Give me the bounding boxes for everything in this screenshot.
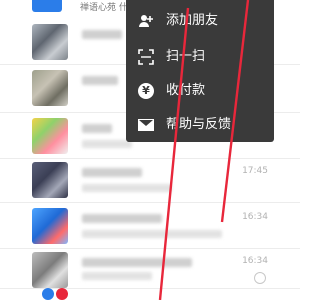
menu-item-label: 收付款 <box>166 83 206 98</box>
chat-name-blurred <box>82 76 118 85</box>
chat-name-blurred <box>82 168 142 177</box>
chat-name-blurred <box>82 124 112 133</box>
avatar <box>32 252 68 288</box>
menu-item-payment[interactable]: ¥ 收付款 <box>126 74 274 108</box>
chat-name-blurred <box>82 258 192 267</box>
chat-time: 16:34 <box>242 212 268 222</box>
menu-item-label: 添加朋友 <box>166 13 219 28</box>
menu-item-scan[interactable]: 扫一扫 <box>126 40 274 74</box>
mute-icon <box>254 272 266 284</box>
top-avatar-partial <box>32 0 62 12</box>
menu-item-label: 扫一扫 <box>166 49 206 64</box>
mail-icon <box>138 117 154 133</box>
chat-row[interactable]: 16:34 <box>0 248 300 289</box>
scan-icon <box>138 49 154 65</box>
avatar <box>32 70 68 106</box>
chat-message-blurred <box>82 230 222 238</box>
menu-item-help-feedback[interactable]: 帮助与反馈 <box>126 108 274 142</box>
chat-message-blurred <box>82 272 152 280</box>
avatar <box>32 24 68 60</box>
chat-time: 17:45 <box>242 166 268 176</box>
chat-row[interactable]: 16:34 <box>0 202 300 249</box>
menu-item-add-friend[interactable]: 添加朋友 <box>126 4 274 38</box>
chat-row[interactable]: 17:45 <box>0 158 300 203</box>
plus-popup-menu: 添加朋友 扫一扫 ¥ 收付款 帮助与反馈 <box>126 0 274 142</box>
chat-time: 16:34 <box>242 256 268 266</box>
chat-message-blurred <box>82 184 172 192</box>
chat-name-blurred <box>82 30 122 39</box>
add-friend-icon <box>138 13 154 29</box>
chat-name-blurred <box>82 214 162 223</box>
chat-message-blurred <box>82 140 132 148</box>
payment-icon: ¥ <box>138 83 154 99</box>
avatar <box>32 162 68 198</box>
menu-item-label: 帮助与反馈 <box>166 117 232 132</box>
avatar <box>32 118 68 154</box>
avatar <box>32 208 68 244</box>
bottom-avatar-partial <box>42 288 82 300</box>
